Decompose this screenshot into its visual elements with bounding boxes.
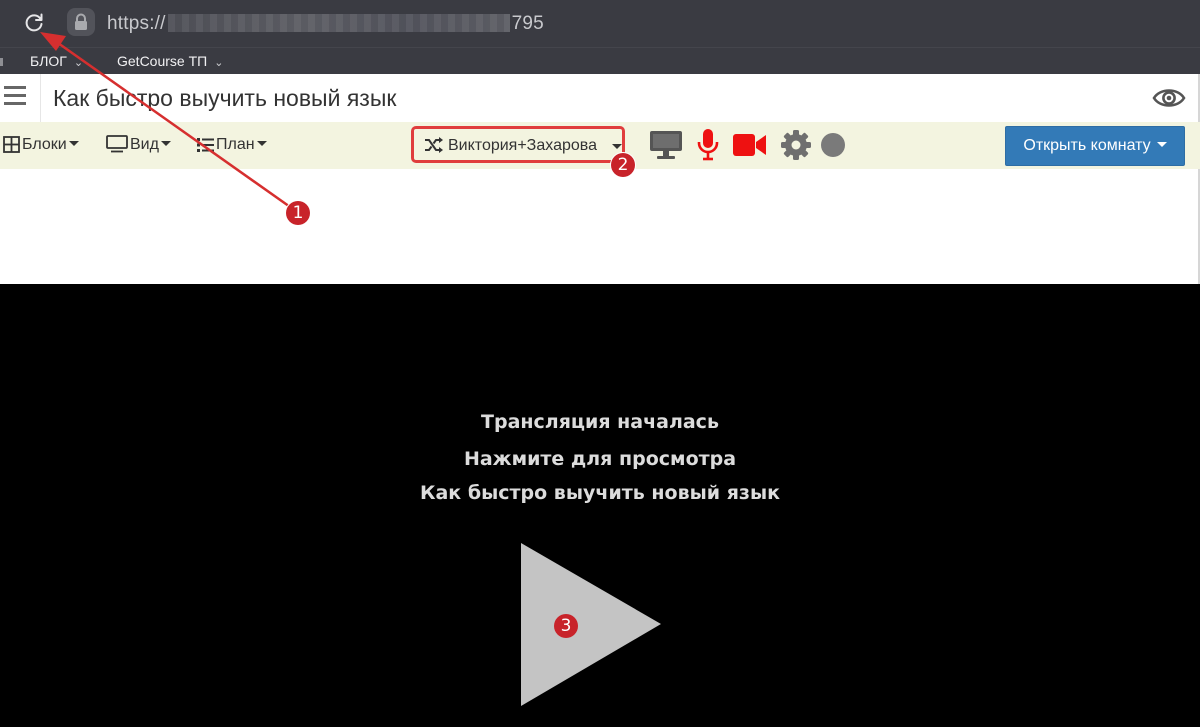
gear-icon[interactable] — [780, 129, 812, 161]
browser-address-bar: https:// 795 — [0, 0, 1200, 47]
bookmarks-bar: БЛОГ ⌄ GetCourse ТП ⌄ — [0, 47, 1200, 74]
chevron-down-icon: ⌄ — [73, 57, 84, 69]
plan-menu[interactable]: План — [197, 134, 267, 156]
microphone-icon[interactable] — [697, 128, 719, 162]
plan-menu-label: План — [216, 136, 255, 153]
url-redacted-blur — [167, 14, 510, 32]
room-toolbar: Блоки Вид План Виктория+Захарова Открыть… — [0, 122, 1200, 169]
video-camera-icon[interactable] — [733, 133, 767, 157]
header-divider — [40, 74, 41, 122]
view-menu[interactable]: Вид — [106, 134, 171, 156]
annotation-badge-1: 1 — [286, 201, 310, 225]
bookmark-label: БЛОГ — [30, 53, 67, 69]
bookmark-overflow-edge — [0, 58, 3, 66]
reload-icon[interactable] — [22, 11, 46, 35]
caret-down-icon — [68, 141, 79, 146]
screen-share-icon[interactable] — [649, 130, 683, 160]
caret-down-icon — [160, 141, 171, 146]
chevron-down-icon: ⌄ — [214, 57, 224, 69]
caret-down-icon — [612, 144, 622, 149]
video-player[interactable]: Трансляция началась Нажмите для просмотр… — [0, 284, 1200, 727]
menu-icon[interactable] — [4, 86, 26, 106]
bookmark-label: GetCourse ТП — [117, 53, 208, 69]
blocks-menu[interactable]: Блоки — [3, 134, 79, 156]
view-menu-label: Вид — [130, 136, 159, 153]
url-suffix: 795 — [511, 13, 544, 34]
list-icon — [197, 138, 214, 152]
url-prefix: https:// — [107, 13, 166, 34]
broadcast-started-text: Трансляция началась — [481, 411, 719, 433]
eye-icon[interactable] — [1152, 85, 1186, 111]
caret-down-icon — [1156, 142, 1167, 147]
video-title-text: Как быстро выучить новый язык — [419, 482, 781, 504]
url-field[interactable]: https:// 795 — [107, 12, 544, 36]
recording-status-indicator — [821, 133, 845, 157]
bookmark-folder-blog[interactable]: БЛОГ ⌄ — [30, 52, 83, 70]
click-to-watch-text: Нажмите для просмотра — [463, 448, 737, 470]
play-icon[interactable] — [520, 543, 662, 707]
page-title: Как быстро выучить новый язык — [53, 85, 397, 111]
user-switch-dropdown[interactable]: Виктория+Захарова — [411, 126, 625, 163]
monitor-icon — [106, 135, 128, 153]
user-switch-label: Виктория+Захарова — [448, 137, 597, 154]
grid-icon — [3, 136, 20, 153]
open-room-label: Открыть комнату — [1023, 137, 1151, 154]
lock-icon — [75, 13, 87, 30]
blocks-menu-label: Блоки — [22, 136, 67, 153]
bookmark-folder-getcourse[interactable]: GetCourse ТП ⌄ — [117, 52, 223, 70]
page-header: Как быстро выучить новый язык — [0, 74, 1200, 122]
shuffle-icon — [425, 137, 443, 153]
caret-down-icon — [256, 141, 267, 146]
site-info-button[interactable] — [67, 8, 95, 36]
open-room-button[interactable]: Открыть комнату — [1005, 126, 1185, 166]
